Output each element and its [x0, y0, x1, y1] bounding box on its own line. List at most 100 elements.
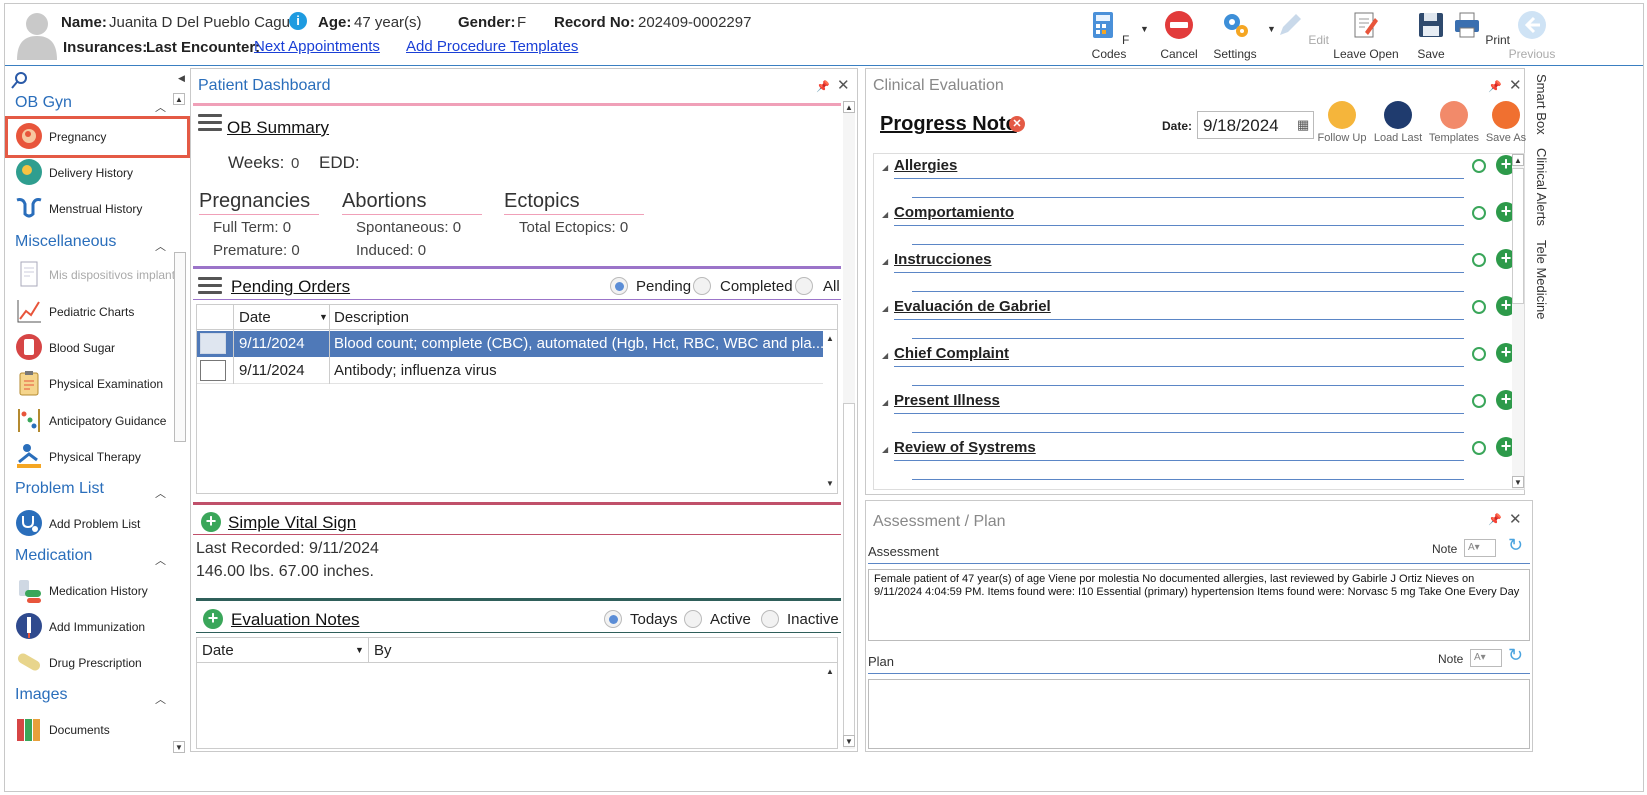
evaluation-notes-title[interactable]: Evaluation Notes: [231, 610, 360, 630]
expand-icon[interactable]: ◢: [882, 304, 888, 313]
table-scroll-up[interactable]: ▲: [824, 333, 836, 345]
eval-col-by[interactable]: By: [374, 642, 392, 659]
edit-button[interactable]: Edit: [1270, 8, 1334, 64]
pin-icon[interactable]: 📌: [816, 80, 830, 93]
dashboard-scroll-up[interactable]: ▲: [843, 101, 855, 113]
expand-icon[interactable]: ◢: [882, 398, 888, 407]
alarm-clock-icon[interactable]: [1472, 300, 1486, 314]
follow-up-button[interactable]: Follow Up: [1314, 101, 1370, 144]
expand-icon[interactable]: ◢: [882, 257, 888, 266]
search-icon[interactable]: [11, 71, 29, 89]
date-field[interactable]: 9/18/2024 ▦: [1197, 111, 1314, 139]
sidebar-item-blood-sugar[interactable]: Blood Sugar: [11, 331, 183, 365]
menu-icon[interactable]: [198, 114, 222, 132]
section-present-illness[interactable]: ◢ Present Illness +: [876, 389, 1516, 436]
table-row[interactable]: 9/11/2024 Antibody; influenza virus: [197, 358, 823, 384]
add-vital-sign-icon[interactable]: +: [201, 512, 221, 532]
alarm-clock-icon[interactable]: [1472, 206, 1486, 220]
alarm-clock-icon[interactable]: [1472, 159, 1486, 173]
eval-col-date[interactable]: Date: [202, 642, 234, 659]
previous-button[interactable]: Previous: [1502, 8, 1562, 64]
add-evaluation-note-icon[interactable]: +: [203, 609, 223, 629]
radio-all-label[interactable]: All: [823, 278, 840, 295]
settings-button[interactable]: Settings: [1203, 8, 1267, 64]
dashboard-scroll-thumb[interactable]: [843, 403, 855, 743]
chevron-up-icon[interactable]: ︿: [155, 485, 166, 501]
sidebar-item-add-immunization[interactable]: Add Immunization: [11, 610, 183, 644]
expand-icon[interactable]: ◢: [882, 445, 888, 454]
radio-active[interactable]: [684, 610, 702, 628]
radio-active-label[interactable]: Active: [710, 611, 751, 628]
simple-vital-sign-title[interactable]: Simple Vital Sign: [228, 513, 356, 533]
sections-scroll-thumb[interactable]: [1512, 168, 1524, 304]
alarm-clock-icon[interactable]: [1472, 441, 1486, 455]
sidebar-item-drug-prescription[interactable]: Drug Prescription: [11, 646, 183, 680]
assessment-textarea[interactable]: Female patient of 47 year(s) of age Vien…: [868, 569, 1530, 641]
sidebar-item-add-problem-list[interactable]: Add Problem List: [11, 507, 183, 541]
sidebar-item-mis-dispositivos[interactable]: Mis dispositivos implanta: [11, 258, 183, 292]
sidebar-item-delivery-history[interactable]: Delivery History: [11, 156, 183, 190]
ob-summary-title[interactable]: OB Summary: [227, 118, 329, 138]
row-checkbox[interactable]: [200, 360, 226, 381]
templates-button[interactable]: Templates: [1426, 101, 1482, 144]
section-comportamiento[interactable]: ◢ Comportamiento +: [876, 201, 1516, 248]
next-appointments-link[interactable]: Next Appointments: [254, 38, 380, 55]
chevron-up-icon[interactable]: ︿: [155, 99, 166, 115]
fcodes-button[interactable]: F Codes: [1077, 8, 1141, 64]
chevron-up-icon[interactable]: ︿: [155, 552, 166, 568]
save-as-button[interactable]: Save As: [1478, 101, 1534, 144]
expand-icon[interactable]: ◢: [882, 351, 888, 360]
leave-open-button[interactable]: Leave Open: [1333, 8, 1399, 64]
section-ob-gyn[interactable]: OB Gyn: [15, 94, 72, 112]
chevron-up-icon[interactable]: ︿: [155, 691, 166, 707]
collapse-sidebar-icon[interactable]: ◀: [178, 73, 185, 84]
close-icon[interactable]: ✕: [1509, 76, 1522, 94]
radio-inactive-label[interactable]: Inactive: [787, 611, 839, 628]
sidebar-scroll-up[interactable]: ▲: [173, 93, 185, 105]
sections-scroll-up[interactable]: ▲: [1512, 154, 1524, 166]
section-instrucciones[interactable]: ◢ Instrucciones +: [876, 248, 1516, 295]
section-medication[interactable]: Medication: [15, 547, 92, 565]
radio-pending[interactable]: [610, 277, 628, 295]
text-format-dropdown[interactable]: A▾: [1470, 649, 1502, 667]
sidebar-item-medication-history[interactable]: Medication History: [11, 574, 183, 608]
radio-todays[interactable]: [604, 610, 622, 628]
text-format-dropdown[interactable]: A▾: [1464, 539, 1496, 557]
tab-tele-medicine[interactable]: Tele Medicine: [1534, 240, 1549, 320]
sidebar-item-pediatric-charts[interactable]: Pediatric Charts: [11, 295, 183, 329]
remove-note-icon[interactable]: ✕: [1009, 116, 1025, 132]
table-row[interactable]: 9/11/2024 Blood count; complete (CBC), a…: [197, 331, 824, 357]
pin-icon[interactable]: 📌: [1488, 513, 1502, 526]
chevron-up-icon[interactable]: ︿: [155, 238, 166, 254]
tab-clinical-alerts[interactable]: Clinical Alerts: [1534, 148, 1549, 226]
sidebar-scrollbar[interactable]: [173, 107, 187, 751]
sidebar-item-menstrual-history[interactable]: Menstrual History: [11, 192, 183, 226]
sidebar-scroll-down[interactable]: ▼: [173, 741, 185, 753]
close-icon[interactable]: ✕: [1509, 510, 1522, 528]
load-last-button[interactable]: Load Last: [1370, 101, 1426, 144]
col-description[interactable]: Description: [334, 309, 409, 326]
section-chief-complaint[interactable]: ◢ Chief Complaint +: [876, 342, 1516, 389]
alarm-clock-icon[interactable]: [1472, 347, 1486, 361]
radio-inactive[interactable]: [761, 610, 779, 628]
sidebar-item-anticipatory-guidance[interactable]: Anticipatory Guidance: [11, 404, 183, 438]
alarm-clock-icon[interactable]: [1472, 394, 1486, 408]
sort-dropdown-icon[interactable]: ▼: [319, 312, 328, 322]
sections-scroll-down[interactable]: ▼: [1512, 476, 1524, 488]
expand-icon[interactable]: ◢: [882, 210, 888, 219]
sidebar-item-physical-examination[interactable]: Physical Examination: [11, 367, 183, 401]
add-procedure-templates-link[interactable]: Add Procedure Templates: [406, 38, 578, 55]
section-allergies[interactable]: ◢ Allergies +: [876, 154, 1516, 201]
table-scroll-down[interactable]: ▼: [824, 478, 836, 490]
radio-pending-label[interactable]: Pending: [636, 278, 691, 295]
table-scroll-up[interactable]: ▲: [824, 666, 836, 678]
menu-icon[interactable]: [198, 277, 222, 295]
cancel-button[interactable]: Cancel: [1147, 8, 1211, 64]
sort-dropdown-icon[interactable]: ▼: [355, 645, 364, 655]
close-icon[interactable]: ✕: [837, 76, 850, 94]
calendar-icon[interactable]: ▦: [1297, 117, 1309, 133]
radio-todays-label[interactable]: Todays: [630, 611, 678, 628]
radio-completed-label[interactable]: Completed: [720, 278, 793, 295]
section-review-of-systems[interactable]: ◢ Review of Systrems +: [876, 436, 1516, 483]
sidebar-item-documents[interactable]: Documents: [11, 713, 183, 747]
